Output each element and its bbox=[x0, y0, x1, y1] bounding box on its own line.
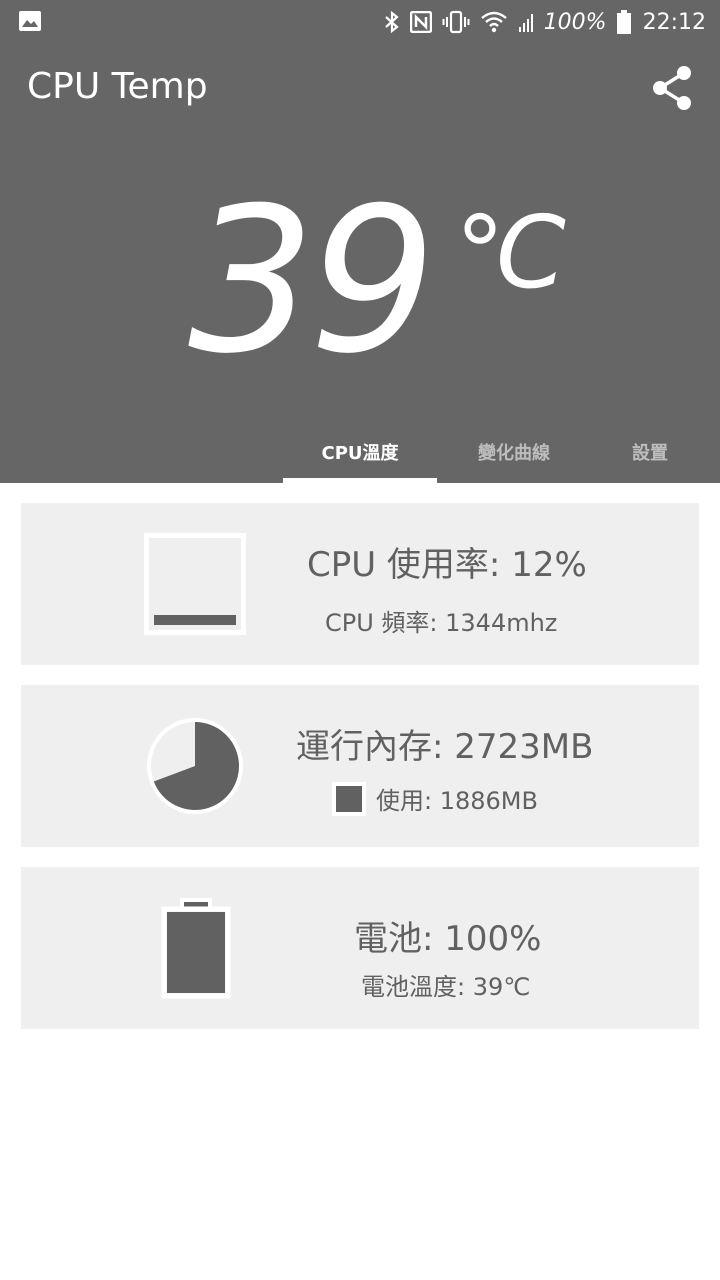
used-legend-swatch bbox=[332, 781, 366, 816]
temperature-display: 39 ℃ bbox=[180, 172, 600, 392]
tab-indicator bbox=[283, 478, 437, 483]
memory-total-text: 運行內存: 2723MB bbox=[296, 727, 594, 767]
cpu-frequency-text: CPU 頻率: 1344mhz bbox=[325, 609, 558, 637]
battery-temperature-text: 電池溫度: 39℃ bbox=[361, 973, 531, 1001]
memory-pie-icon bbox=[147, 718, 243, 814]
status-bar: 100% 22:12 bbox=[0, 0, 720, 44]
battery-icon bbox=[616, 10, 631, 34]
memory-card: 運行內存: 2723MB 使用: 1886MB bbox=[21, 685, 699, 847]
battery-level-text: 電池: 100% bbox=[354, 919, 542, 959]
temperature-unit: ℃ bbox=[455, 194, 568, 311]
battery-percent-text: 100% bbox=[543, 9, 607, 35]
tab-settings[interactable]: 設置 bbox=[591, 420, 709, 483]
tab-trend-chart[interactable]: 變化曲線 bbox=[437, 420, 591, 483]
tab-label: 變化曲線 bbox=[478, 442, 550, 464]
share-icon bbox=[653, 66, 691, 110]
vibrate-icon bbox=[442, 10, 470, 34]
cpu-usage-bar bbox=[154, 615, 236, 625]
tab-label: CPU溫度 bbox=[321, 442, 399, 464]
header: 100% 22:12 CPU Temp 39 ℃ CPU溫度 變化曲線 設置 bbox=[0, 0, 720, 483]
gallery-notification-icon bbox=[18, 10, 42, 38]
cpu-card: CPU 使用率: 12% CPU 頻率: 1344mhz bbox=[21, 503, 699, 665]
nfc-icon bbox=[409, 11, 432, 33]
tab-cpu-temp[interactable]: CPU溫度 bbox=[283, 420, 437, 483]
clock-text: 22:12 bbox=[642, 9, 706, 35]
memory-used-text: 使用: 1886MB bbox=[376, 787, 538, 815]
wifi-icon bbox=[480, 10, 508, 34]
tab-bar: CPU溫度 變化曲線 設置 bbox=[0, 420, 720, 483]
tab-label: 設置 bbox=[632, 442, 668, 464]
cpu-usage-gauge-icon bbox=[144, 533, 246, 635]
cpu-usage-text: CPU 使用率: 12% bbox=[307, 545, 587, 585]
cell-signal-icon bbox=[518, 11, 534, 33]
temperature-value: 39 bbox=[188, 165, 436, 398]
app-title: CPU Temp bbox=[27, 66, 208, 107]
bluetooth-icon bbox=[384, 10, 400, 34]
share-button[interactable] bbox=[646, 62, 698, 114]
battery-card: 電池: 100% 電池溫度: 39℃ bbox=[21, 867, 699, 1029]
battery-level-fill bbox=[167, 912, 225, 993]
battery-level-icon bbox=[161, 898, 231, 999]
memory-used-legend: 使用: 1886MB bbox=[332, 781, 538, 816]
